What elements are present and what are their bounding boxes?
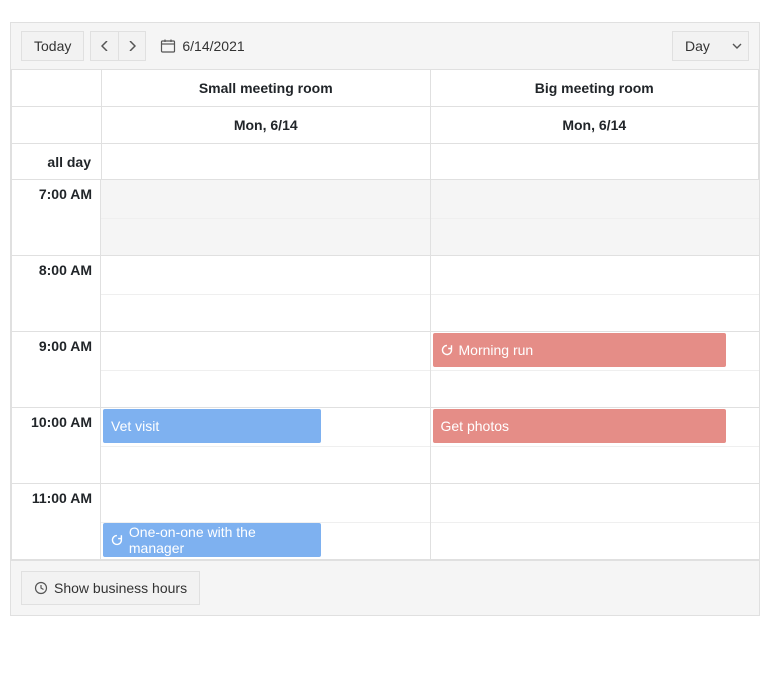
date-picker[interactable]: 6/14/2021 bbox=[160, 38, 244, 54]
event-title: One-on-one with the manager bbox=[129, 524, 313, 556]
time-label-8am: 8:00 AM bbox=[11, 256, 101, 332]
event-title: Morning run bbox=[459, 342, 534, 358]
chevron-down-icon bbox=[732, 43, 742, 49]
resource-header-0: Small meeting room bbox=[102, 70, 431, 107]
recurring-icon bbox=[441, 344, 453, 356]
time-slot[interactable] bbox=[101, 256, 430, 332]
chevron-right-icon bbox=[128, 41, 136, 51]
chevron-left-icon bbox=[101, 41, 109, 51]
resource-column-1: Morning run Get photos bbox=[431, 180, 760, 560]
time-label-9am: 9:00 AM bbox=[11, 332, 101, 408]
prev-button[interactable] bbox=[90, 31, 118, 61]
event-vet-visit[interactable]: Vet visit bbox=[103, 409, 321, 443]
time-slot[interactable] bbox=[431, 256, 760, 332]
event-title: Vet visit bbox=[111, 418, 159, 434]
resource-header-1: Big meeting room bbox=[430, 70, 759, 107]
day-header-0[interactable]: Mon, 6/14 bbox=[102, 107, 431, 144]
event-one-on-one[interactable]: One-on-one with the manager bbox=[103, 523, 321, 557]
header-table: Small meeting room Big meeting room Mon,… bbox=[11, 70, 759, 180]
scheduler: Today 6/14/2021 Day Sma bbox=[10, 22, 760, 616]
calendar-icon bbox=[160, 38, 176, 54]
footer: Show business hours bbox=[11, 560, 759, 615]
button-label: Show business hours bbox=[54, 580, 187, 596]
day-header-1[interactable]: Mon, 6/14 bbox=[430, 107, 759, 144]
event-title: Get photos bbox=[441, 418, 510, 434]
event-get-photos[interactable]: Get photos bbox=[433, 409, 727, 443]
time-slot[interactable] bbox=[101, 180, 430, 256]
time-slot[interactable] bbox=[431, 484, 760, 560]
time-column: 7:00 AM 8:00 AM 9:00 AM 10:00 AM 11:00 A… bbox=[11, 180, 101, 560]
all-day-label: all day bbox=[12, 144, 102, 180]
header-empty-cell-2 bbox=[12, 107, 102, 144]
next-button[interactable] bbox=[118, 31, 146, 61]
recurring-icon bbox=[111, 534, 123, 546]
date-picker-label: 6/14/2021 bbox=[182, 38, 244, 54]
event-morning-run[interactable]: Morning run bbox=[433, 333, 727, 367]
time-label-11am: 11:00 AM bbox=[11, 484, 101, 560]
view-select-wrap: Day bbox=[672, 31, 749, 61]
time-slot[interactable] bbox=[101, 332, 430, 408]
time-slot[interactable] bbox=[431, 180, 760, 256]
time-label-10am: 10:00 AM bbox=[11, 408, 101, 484]
toolbar-left: Today 6/14/2021 bbox=[21, 31, 245, 61]
header-empty-cell bbox=[12, 70, 102, 107]
show-business-hours-button[interactable]: Show business hours bbox=[21, 571, 200, 605]
all-day-slot-1[interactable] bbox=[430, 144, 759, 180]
time-label-7am: 7:00 AM bbox=[11, 180, 101, 256]
toolbar: Today 6/14/2021 Day bbox=[11, 23, 759, 70]
view-select[interactable]: Day bbox=[679, 36, 732, 56]
time-grid: 7:00 AM 8:00 AM 9:00 AM 10:00 AM 11:00 A… bbox=[11, 180, 759, 560]
today-button[interactable]: Today bbox=[21, 31, 84, 61]
clock-icon bbox=[34, 581, 48, 595]
nav-group bbox=[90, 31, 146, 61]
resource-column-0: Vet visit One-on-one with the manager bbox=[101, 180, 431, 560]
all-day-slot-0[interactable] bbox=[102, 144, 431, 180]
